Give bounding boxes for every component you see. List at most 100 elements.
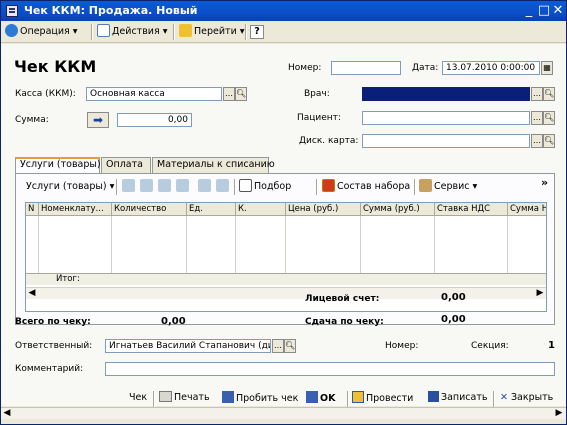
responsible-select-button[interactable]: … — [272, 339, 284, 353]
grid-column — [435, 216, 508, 273]
patient-field[interactable] — [362, 111, 530, 125]
grid-footer: Итог: — [26, 273, 546, 285]
number-label: Номер: — [288, 63, 322, 73]
post-button[interactable]: Провести — [352, 391, 413, 405]
delete-row-button[interactable] — [158, 179, 172, 195]
minimize-button[interactable]: _ — [521, 3, 537, 19]
ok-icon — [306, 391, 318, 403]
main-toolbar: Операция ▾ Действия ▾ Перейти ▾ ? — [1, 21, 566, 43]
calendar-button[interactable]: ▦ — [541, 61, 553, 75]
toolbar-separator — [234, 179, 235, 195]
post-icon — [352, 391, 364, 403]
move-down-icon — [216, 179, 229, 192]
punch-icon — [222, 391, 234, 403]
tab-services[interactable]: Услуги (товары) — [15, 157, 101, 174]
arrow-right-icon: ➡ — [92, 113, 104, 127]
goto-menu[interactable]: Перейти ▾ — [179, 24, 245, 40]
scroll-right-icon[interactable]: ▶ — [534, 288, 546, 300]
doctor-open-button[interactable]: 🔍︎ — [543, 87, 555, 101]
actions-menu[interactable]: Действия ▾ — [97, 24, 167, 40]
grid-horizontal-scrollbar[interactable]: ◀ ▶ — [26, 287, 546, 299]
col-header-sum[interactable]: Сумма (руб.) — [361, 203, 435, 216]
punch-check-button[interactable]: Пробить чек — [222, 391, 298, 405]
responsible-field[interactable]: Игнатьев Василий Стапанович (ди — [105, 339, 271, 353]
col-header-vat-rate[interactable]: Ставка НДС — [435, 203, 508, 216]
col-header-n[interactable]: N — [26, 203, 39, 216]
grid-column — [39, 216, 112, 273]
post-label: Провести — [366, 393, 414, 404]
more-button[interactable]: » — [541, 175, 548, 191]
calendar-icon: ▦ — [543, 63, 551, 72]
copy-row-button[interactable] — [140, 179, 154, 195]
search-icon: 🔍︎ — [544, 136, 555, 145]
check-window: Чек ККМ: Продажа. Новый _ □ ✕ Операция ▾… — [0, 0, 567, 425]
goto-label: Перейти — [194, 26, 237, 37]
edit-row-button[interactable] — [176, 179, 190, 195]
title-bar[interactable]: Чек ККМ: Продажа. Новый _ □ ✕ — [1, 1, 566, 21]
help-button[interactable]: ? — [250, 25, 264, 39]
window-horizontal-scrollbar[interactable]: ◀ ▶ — [1, 407, 566, 419]
page-title: Чек ККМ — [14, 57, 97, 76]
services-menu[interactable]: Услуги (товары) ▾ — [26, 179, 114, 195]
col-header-unit[interactable]: Ед. — [187, 203, 236, 216]
col-header-vat-sum[interactable]: Сумма Н — [508, 203, 546, 216]
comment-field[interactable] — [105, 362, 555, 376]
sum-calc-button[interactable]: ➡ — [87, 112, 109, 128]
service-menu[interactable]: Сервис ▾ — [419, 179, 477, 195]
select-label: Подбор — [254, 181, 292, 192]
doctor-field[interactable] — [362, 87, 530, 101]
responsible-label: Ответственный: — [15, 341, 93, 351]
toolbar-separator — [316, 179, 317, 195]
services-menu-label: Услуги (товары) — [26, 181, 107, 192]
check-button[interactable]: Чек — [129, 391, 147, 405]
cash-open-button[interactable]: 🔍︎ — [235, 87, 247, 101]
sum-field[interactable]: 0,00 — [117, 113, 192, 127]
add-row-button[interactable] — [122, 179, 136, 195]
actions-icon — [97, 24, 110, 37]
responsible-open-button[interactable]: 🔍︎ — [284, 339, 296, 353]
disc-card-field[interactable] — [362, 134, 530, 148]
col-header-coef[interactable]: К. — [236, 203, 286, 216]
toolbar-separator — [91, 24, 92, 40]
ok-button[interactable]: OK — [306, 391, 335, 405]
move-down-button[interactable] — [216, 179, 230, 195]
select-button[interactable]: Подбор — [239, 179, 291, 195]
save-button[interactable]: Записать — [428, 391, 487, 405]
close-form-button[interactable]: ✕ Закрыть — [500, 391, 553, 405]
kit-button[interactable]: Состав набора — [322, 179, 410, 195]
toolbar-separator — [493, 391, 494, 407]
section-value: 1 — [548, 340, 555, 351]
print-label: Печать — [174, 392, 210, 403]
close-icon: ✕ — [500, 392, 508, 403]
goto-icon — [179, 24, 192, 37]
items-table[interactable]: N Номенклату... Количество Ед. К. Цена (… — [25, 202, 547, 312]
tab-materials[interactable]: Материалы к списанию — [152, 157, 275, 173]
delete-row-icon — [158, 179, 171, 192]
add-row-icon — [122, 179, 135, 192]
cash-field[interactable]: Основная касса — [86, 87, 222, 101]
patient-select-button[interactable]: … — [531, 111, 543, 125]
total-label: Всего по чеку: — [15, 317, 91, 327]
col-header-nomenclature[interactable]: Номенклату... — [39, 203, 112, 216]
col-header-quantity[interactable]: Количество — [112, 203, 187, 216]
operation-menu[interactable]: Операция ▾ — [5, 24, 78, 40]
close-button[interactable]: ✕ — [550, 3, 566, 19]
scroll-left-icon[interactable]: ◀ — [1, 408, 13, 420]
printer-icon — [159, 391, 172, 402]
doctor-select-button[interactable]: … — [531, 87, 543, 101]
tab-payment[interactable]: Оплата — [101, 157, 151, 173]
scroll-left-icon[interactable]: ◀ — [26, 288, 38, 300]
disc-select-button[interactable]: … — [531, 134, 543, 148]
grid-column — [361, 216, 435, 273]
patient-open-button[interactable]: 🔍︎ — [543, 111, 555, 125]
move-up-button[interactable] — [198, 179, 212, 195]
number-field[interactable] — [331, 61, 401, 75]
date-field[interactable]: 13.07.2010 0:00:00 — [442, 61, 540, 75]
col-header-price[interactable]: Цена (руб.) — [286, 203, 361, 216]
disc-open-button[interactable]: 🔍︎ — [543, 134, 555, 148]
print-button[interactable]: Печать — [159, 391, 210, 405]
cash-select-button[interactable]: … — [223, 87, 235, 101]
scroll-right-icon[interactable]: ▶ — [553, 408, 565, 420]
copy-row-icon — [140, 179, 153, 192]
toolbar-separator — [347, 391, 348, 407]
